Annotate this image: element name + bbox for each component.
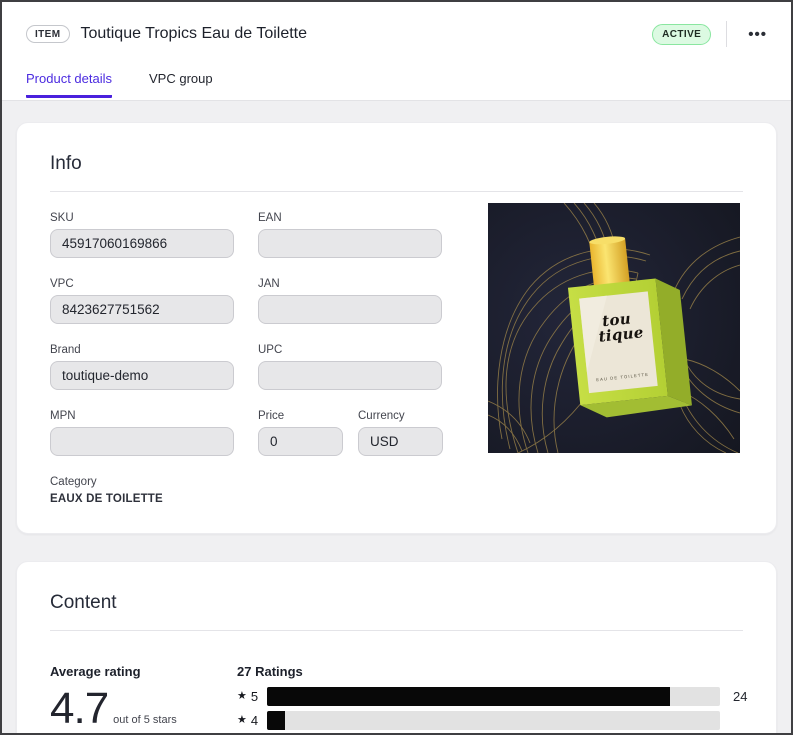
average-rating-block: Average rating 4.7 out of 5 stars xyxy=(50,664,237,735)
rating-bar-fill xyxy=(267,687,670,706)
more-options-icon[interactable]: ••• xyxy=(742,23,773,46)
content-card: Content Average rating 4.7 out of 5 star… xyxy=(16,561,777,735)
rating-bar-fill xyxy=(267,711,285,730)
jan-label: JAN xyxy=(258,278,442,290)
info-divider xyxy=(50,191,743,192)
info-card: Info SKU EAN xyxy=(16,122,777,534)
price-input[interactable] xyxy=(258,427,343,456)
price-label: Price xyxy=(258,410,343,422)
field-category: Category EAUX DE TOILETTE xyxy=(50,476,465,505)
currency-input[interactable] xyxy=(358,427,443,456)
mpn-input[interactable] xyxy=(50,427,234,456)
field-vpc: VPC xyxy=(50,278,234,324)
rating-row-label: ★ 5 xyxy=(237,689,267,704)
header-divider xyxy=(726,21,727,47)
main-content: Info SKU EAN xyxy=(2,101,791,735)
product-image: tou tique EAU DE TOILETTE xyxy=(488,203,740,453)
app-window: ITEM Toutique Tropics Eau de Toilette AC… xyxy=(0,0,793,735)
category-value: EAUX DE TOILETTE xyxy=(50,493,465,505)
rating-bar-track xyxy=(267,711,720,730)
star-number: 4 xyxy=(251,713,258,728)
star-icon: ★ xyxy=(237,715,247,726)
rating-row-5-star: ★ 5 24 xyxy=(237,687,747,706)
bottle-cap xyxy=(589,237,630,289)
ratings-block: 27 Ratings ★ 5 24 ★ xyxy=(237,664,747,735)
average-rating-label: Average rating xyxy=(50,664,237,679)
field-currency: Currency xyxy=(358,410,443,456)
rating-row-label: ★ 4 xyxy=(237,713,267,728)
mpn-label: MPN xyxy=(50,410,234,422)
tab-bar: Product details VPC group xyxy=(26,71,773,100)
info-heading: Info xyxy=(50,153,743,175)
content-heading: Content xyxy=(50,592,743,614)
ean-input[interactable] xyxy=(258,229,442,258)
sku-input[interactable] xyxy=(50,229,234,258)
upc-label: UPC xyxy=(258,344,442,356)
field-ean: EAN xyxy=(258,212,442,258)
average-rating-suffix: out of 5 stars xyxy=(113,714,177,726)
ean-label: EAN xyxy=(258,212,442,224)
vpc-label: VPC xyxy=(50,278,234,290)
field-sku: SKU xyxy=(50,212,234,258)
field-upc: UPC xyxy=(258,344,442,390)
jan-input[interactable] xyxy=(258,295,442,324)
item-type-badge: ITEM xyxy=(26,25,70,43)
average-rating-value: 4.7 xyxy=(50,686,108,732)
page-title: Toutique Tropics Eau de Toilette xyxy=(81,25,308,43)
tab-vpc-group[interactable]: VPC group xyxy=(149,71,213,98)
brand-label: Brand xyxy=(50,344,234,356)
star-icon: ★ xyxy=(237,691,247,702)
rating-bar-track xyxy=(267,687,720,706)
ratings-count-title: 27 Ratings xyxy=(237,664,747,679)
field-price: Price xyxy=(258,410,343,456)
field-mpn: MPN xyxy=(50,410,234,456)
vpc-input[interactable] xyxy=(50,295,234,324)
page-header: ITEM Toutique Tropics Eau de Toilette AC… xyxy=(2,2,791,101)
tab-product-details[interactable]: Product details xyxy=(26,71,112,98)
category-label: Category xyxy=(50,476,465,488)
rating-count: 24 xyxy=(733,689,747,704)
brand-input[interactable] xyxy=(50,361,234,390)
upc-input[interactable] xyxy=(258,361,442,390)
rating-row-4-star: ★ 4 xyxy=(237,711,747,730)
info-fields: SKU EAN VPC xyxy=(50,212,465,505)
status-badge: ACTIVE xyxy=(652,24,711,45)
star-number: 5 xyxy=(251,689,258,704)
field-brand: Brand xyxy=(50,344,234,390)
currency-label: Currency xyxy=(358,410,443,422)
content-divider xyxy=(50,630,743,631)
sku-label: SKU xyxy=(50,212,234,224)
field-jan: JAN xyxy=(258,278,442,324)
